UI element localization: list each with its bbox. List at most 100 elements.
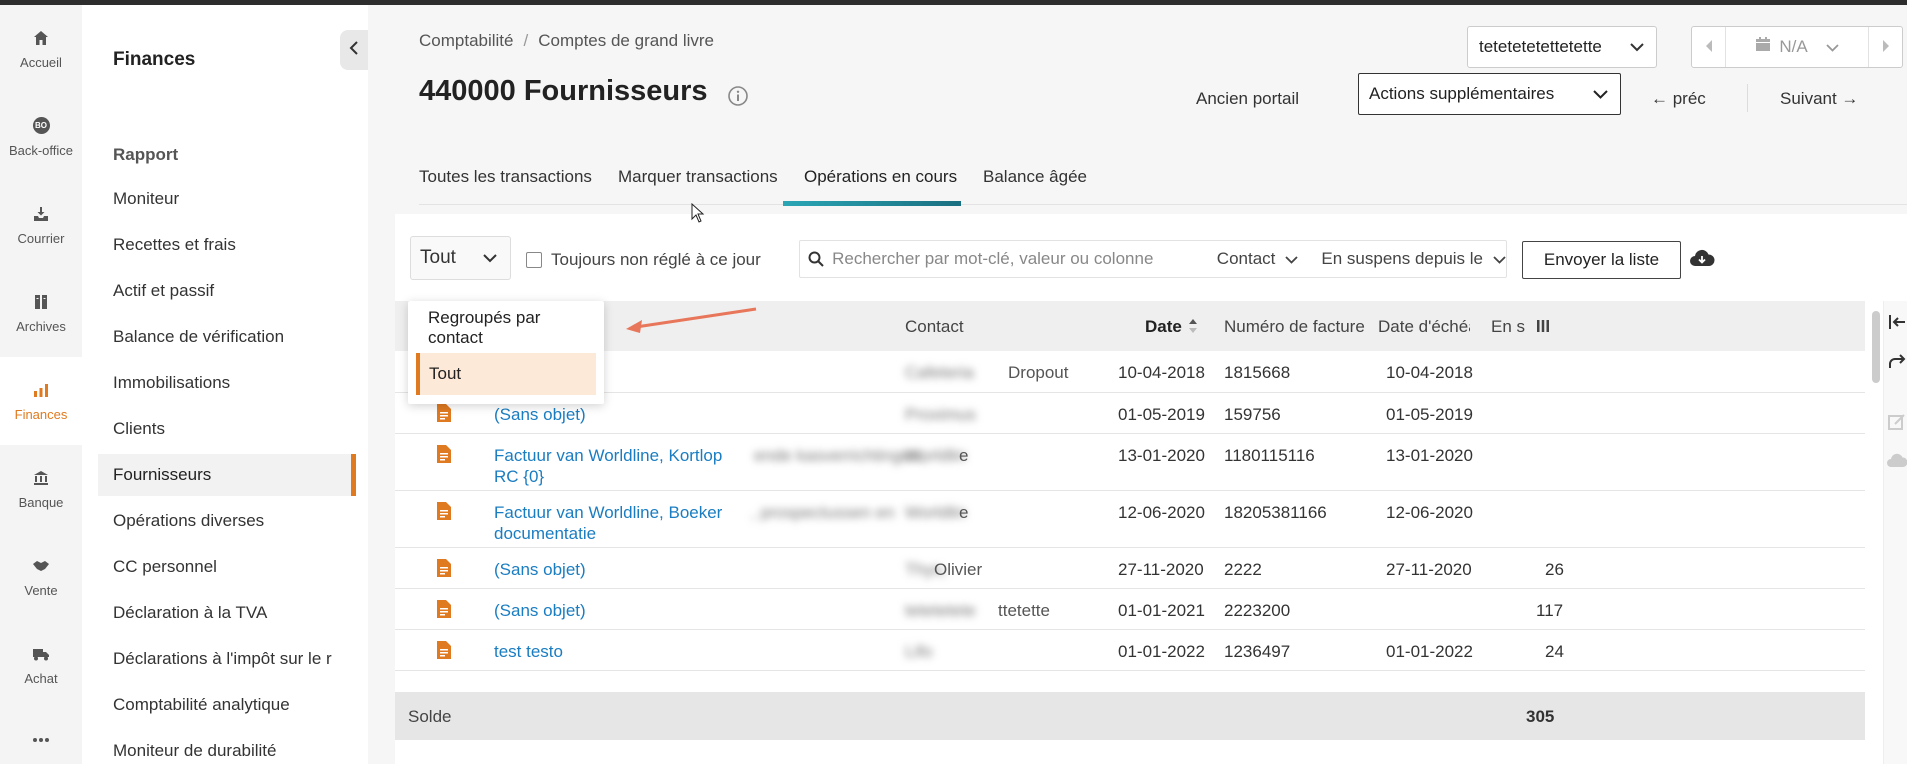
tab-marquer-transactions[interactable]: Marquer transactions [618,153,778,205]
sidebar-item-declaration-tva[interactable]: Déclaration à la TVA [98,592,356,634]
column-header-contact[interactable]: Contact [905,317,964,337]
table-row[interactable]: Factuur van Worldline, Boeker , prospect… [395,491,1865,548]
sidebar-item-moniteur-durabilite[interactable]: Moniteur de durabilité [98,730,356,764]
cloud-icon[interactable] [1886,451,1907,473]
checkbox[interactable] [526,252,542,268]
column-header-date[interactable]: Date [1145,317,1182,337]
table-row[interactable]: Cafeteria Dropout 10-04-2018 1815668 10-… [395,351,1865,393]
chart-icon [32,381,50,399]
rail-item-achat[interactable]: Achat [0,621,82,709]
rail-item-vente[interactable]: Vente [0,533,82,621]
due-date-cell: 13-01-2020 [1386,446,1473,465]
sidebar-item-balance-de-verification[interactable]: Balance de vérification [98,316,356,358]
rail-item-back-office[interactable]: BO Back-office [0,93,82,181]
suspense-since-label: En suspens depuis le [1321,249,1483,268]
date-cell: 12-06-2020 [1118,503,1205,522]
transaction-link[interactable]: test testo [494,642,563,662]
sidebar-collapse-button[interactable] [340,30,368,70]
rail-label: Finances [14,406,68,422]
transaction-link-line2[interactable]: RC {0} [494,467,544,487]
grouping-dropdown-menu: Regroupés par contact Tout [408,301,604,404]
cloud-download-icon[interactable] [1689,247,1715,273]
chevron-left-icon [349,40,359,60]
transaction-link[interactable]: (Sans objet) [494,560,586,580]
transaction-link[interactable]: (Sans objet) [494,405,586,425]
home-icon [32,29,50,47]
next-record-button[interactable]: Suivant → [1780,89,1858,109]
option-all[interactable]: Tout [416,353,596,395]
scrollbar-thumb[interactable] [1872,311,1880,383]
edit-icon[interactable] [1886,411,1907,433]
redo-icon[interactable] [1886,351,1907,373]
contact-cell: ttetette [998,601,1050,620]
sidebar-item-actif-et-passif[interactable]: Actif et passif [98,270,356,312]
chevron-down-icon [1593,84,1608,104]
period-prev-button[interactable] [1692,27,1726,67]
transaction-link[interactable]: Factuur van Worldline, Boeker [494,503,722,523]
chevron-down-icon [1493,249,1506,269]
rail-item-finances[interactable]: Finances [0,357,82,445]
more-actions-dropdown[interactable]: Actions supplémentaires [1358,73,1621,115]
columns-icon[interactable] [1536,318,1550,339]
contact-cell-blurred: Worldlin [905,503,967,522]
chevron-down-icon [469,237,511,279]
sidebar-item-recettes-et-frais[interactable]: Recettes et frais [98,224,356,266]
bo-badge: BO [32,117,50,134]
contact-cell: e [959,446,969,465]
tab-toutes-transactions[interactable]: Toutes les transactions [419,153,592,205]
option-grouped-by-contact[interactable]: Regroupés par contact [416,307,596,349]
truck-icon [32,645,50,663]
table-row[interactable]: (Sans objet) Thys, Olivier 27-11-2020 22… [395,548,1865,589]
sidebar-item-fournisseurs[interactable]: Fournisseurs [98,454,356,496]
tab-balance-agee[interactable]: Balance âgée [983,153,1087,205]
sidebar-title: Finances [113,49,196,70]
contact-cell: Dropout [1008,363,1069,382]
breadcrumb-comptabilite[interactable]: Comptabilité [419,31,514,51]
column-header-due-date[interactable]: Date d'échéa [1378,317,1470,337]
transaction-link-line2[interactable]: documentatie [494,524,596,544]
period-select[interactable]: N/A [1726,27,1868,67]
rail-item-archives[interactable]: Archives [0,269,82,357]
sidebar-item-immobilisations[interactable]: Immobilisations [98,362,356,404]
sidebar-item-operations-diverses[interactable]: Opérations diverses [98,500,356,542]
suspense-since-dropdown[interactable]: En suspens depuis le [1321,249,1506,269]
transaction-link[interactable]: Factuur van Worldline, Kortlop [494,446,722,466]
breadcrumb-comptes-grand-livre[interactable]: Comptes de grand livre [538,31,714,51]
company-select[interactable]: tetetetetettetette [1467,26,1657,68]
main-content: Comptabilité / Comptes de grand livre 44… [368,5,1907,764]
rail-item-more[interactable] [0,709,82,764]
rail-label: Achat [24,670,58,686]
rail-item-banque[interactable]: Banque [0,445,82,533]
table-row[interactable]: (Sans objet) Proximus 01-05-2019 159756 … [395,393,1865,434]
calendar-icon [1755,37,1771,57]
rail-item-courrier[interactable]: Courrier [0,181,82,269]
unsettled-checkbox[interactable]: Toujours non réglé à ce jour [526,250,761,270]
document-icon [436,501,452,521]
invoice-cell: 2223200 [1224,601,1291,620]
sidebar-item-moniteur[interactable]: Moniteur [98,178,356,220]
info-icon[interactable] [727,85,749,107]
send-list-button[interactable]: Envoyer la liste [1522,241,1681,279]
sidebar-item-comptabilite-analytique[interactable]: Comptabilité analytique [98,684,356,726]
sidebar-item-declarations-impot[interactable]: Déclarations à l'impôt sur le r [98,638,356,680]
period-next-button[interactable] [1868,27,1902,67]
sort-icon [1188,318,1198,339]
collapse-right-icon[interactable] [1886,311,1907,333]
table-row[interactable]: (Sans objet) tetetetete ttetette 01-01-2… [395,589,1865,630]
column-header-invoice-number[interactable]: Numéro de facture [1224,317,1365,337]
column-header-outstanding[interactable]: En s [1491,317,1531,337]
search-input[interactable] [832,249,1217,269]
table-row[interactable]: test testo Lifo 01-01-2022 1236497 01-01… [395,630,1865,671]
contact-cell: e [959,503,969,522]
prev-record-button[interactable]: ← préc [1651,89,1706,109]
sidebar-section-rapport: Rapport [113,145,179,164]
old-portal-link[interactable]: Ancien portail [1196,89,1299,109]
table-row[interactable]: Factuur van Worldline, Kortlop ende kasv… [395,434,1865,491]
transaction-link[interactable]: (Sans objet) [494,601,586,621]
sidebar-item-cc-personnel[interactable]: CC personnel [98,546,356,588]
grouping-select[interactable]: Tout [410,236,511,280]
rail-item-accueil[interactable]: Accueil [0,5,82,93]
contact-filter-dropdown[interactable]: Contact [1217,249,1299,269]
sidebar-item-clients[interactable]: Clients [98,408,356,450]
tab-operations-en-cours[interactable]: Opérations en cours [804,153,957,205]
